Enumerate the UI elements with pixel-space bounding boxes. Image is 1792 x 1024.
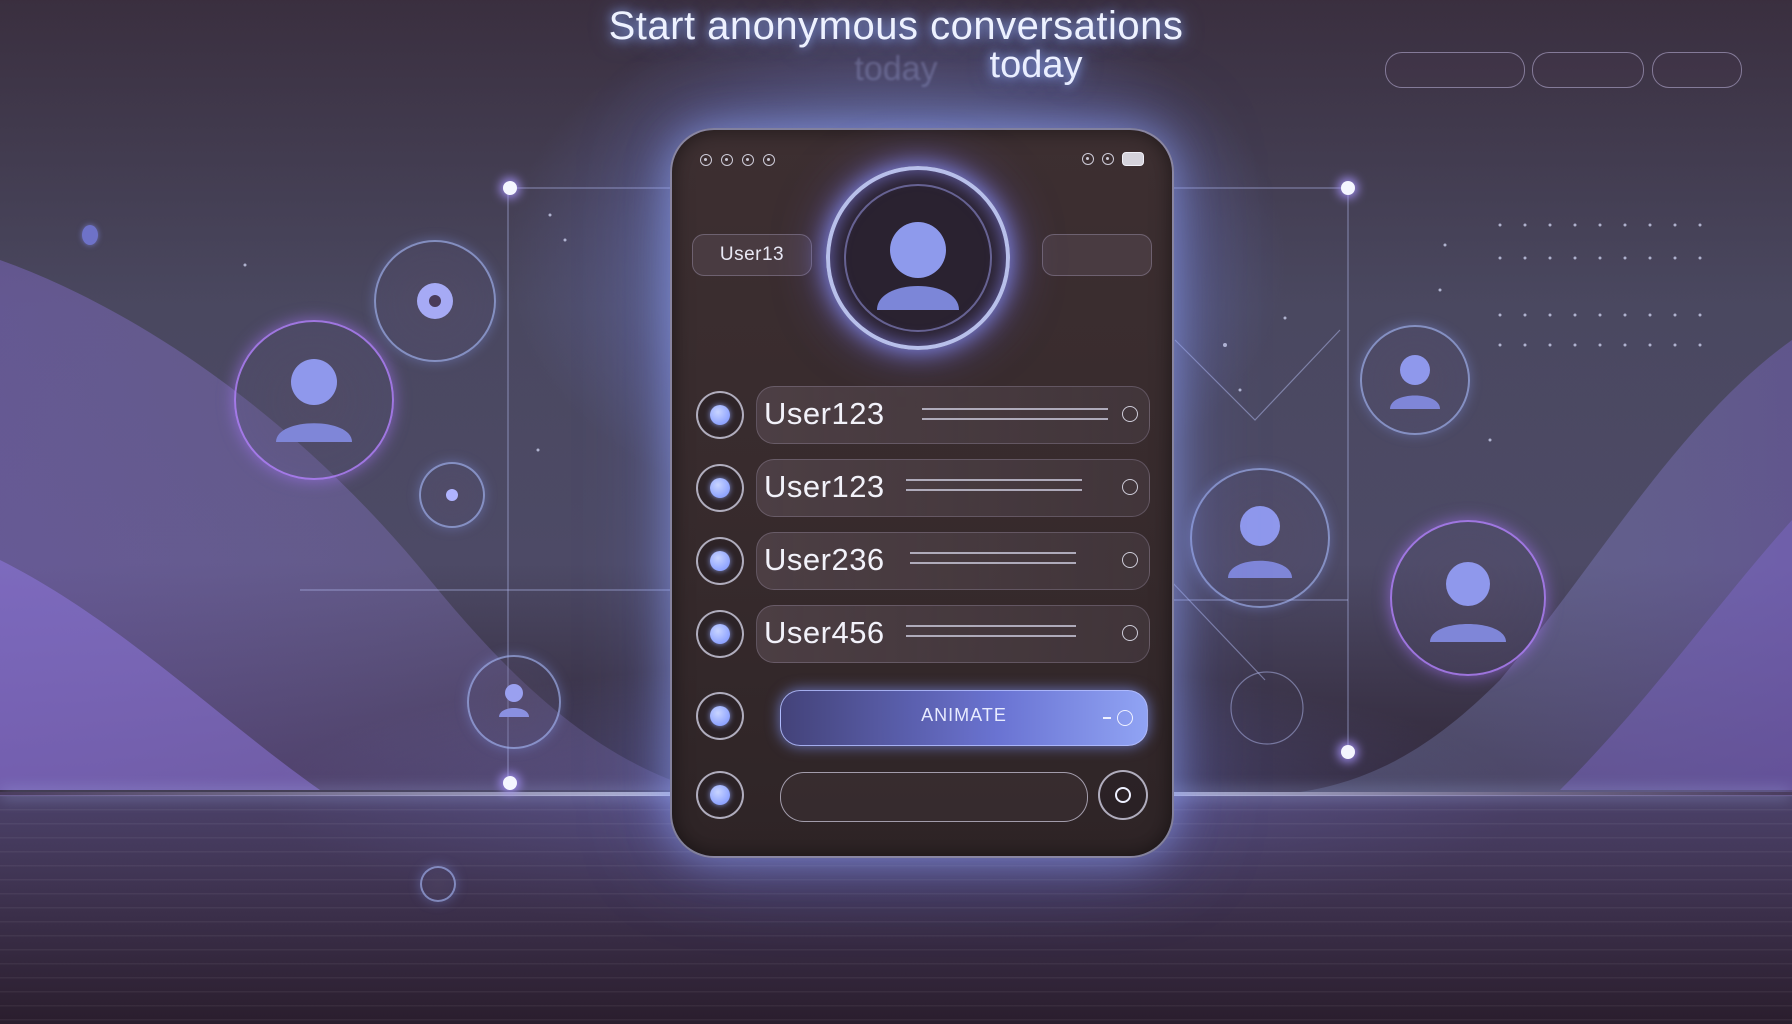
list-item[interactable]: User236 [696, 532, 1150, 590]
status-icon [742, 154, 754, 166]
connector-node [1341, 181, 1355, 195]
top-nav-pill-3[interactable] [1652, 52, 1742, 88]
toggle-icon [1117, 710, 1133, 726]
connector-node [1341, 745, 1355, 759]
battery-icon [1122, 152, 1144, 166]
list-item[interactable]: User123 [696, 386, 1150, 444]
status-icon [721, 154, 733, 166]
status-bar-icons [700, 154, 775, 166]
header-action-pill[interactable] [1042, 234, 1152, 276]
connector-node [503, 776, 517, 790]
user-silhouette-icon [1430, 562, 1506, 642]
current-user-pill[interactable]: User13 [692, 234, 812, 276]
message-composer[interactable] [696, 770, 1148, 828]
send-button[interactable] [1098, 770, 1148, 820]
user-bubble-icon [1390, 520, 1546, 676]
status-icon [763, 154, 775, 166]
status-icon [700, 154, 712, 166]
top-nav-pill-2[interactable] [1532, 52, 1644, 88]
chevron-icon[interactable] [1122, 552, 1138, 568]
radio-icon[interactable] [696, 771, 744, 819]
animate-row[interactable]: ANIMATE [696, 690, 1148, 748]
user-silhouette-icon [499, 684, 529, 717]
page-title: Start anonymous conversations [608, 4, 1184, 48]
animate-button-label: ANIMATE [921, 705, 1007, 725]
status-bar-right [1082, 152, 1144, 166]
small-bubble-icon [419, 462, 485, 528]
animate-button[interactable]: ANIMATE [780, 690, 1148, 746]
wifi-icon [1102, 153, 1114, 165]
list-item-label: User123 [764, 469, 885, 504]
radio-icon[interactable] [696, 391, 744, 439]
signal-icon [1082, 153, 1094, 165]
user-silhouette-icon [1228, 506, 1292, 578]
top-nav-pill-1[interactable] [1385, 52, 1525, 88]
user-silhouette-icon [1390, 355, 1440, 409]
profile-avatar[interactable] [826, 166, 1010, 350]
user-bubble-icon [1190, 468, 1330, 608]
list-item-label: User123 [764, 396, 885, 431]
list-item-label: User236 [764, 542, 885, 577]
small-bubble-icon [374, 240, 496, 362]
user-bubble-icon [234, 320, 394, 480]
message-input[interactable] [780, 772, 1088, 822]
user-bubble-icon [467, 655, 561, 749]
phone-mockup: User13 User123 User123 User236 User456 A… [670, 128, 1174, 858]
radio-icon[interactable] [696, 537, 744, 585]
user-silhouette-icon [877, 222, 959, 310]
list-item-label: User456 [764, 615, 885, 650]
radio-icon[interactable] [696, 610, 744, 658]
chevron-icon[interactable] [1122, 406, 1138, 422]
user-silhouette-icon [276, 359, 352, 442]
list-item[interactable]: User123 [696, 459, 1150, 517]
chevron-icon[interactable] [1122, 625, 1138, 641]
list-item[interactable]: User456 [696, 605, 1150, 663]
decor-dot [82, 225, 98, 245]
user-bubble-icon [1360, 325, 1470, 435]
chevron-icon[interactable] [1122, 479, 1138, 495]
radio-icon[interactable] [696, 692, 744, 740]
radio-icon[interactable] [696, 464, 744, 512]
connector-node [503, 181, 517, 195]
small-bubble-icon [420, 866, 456, 902]
